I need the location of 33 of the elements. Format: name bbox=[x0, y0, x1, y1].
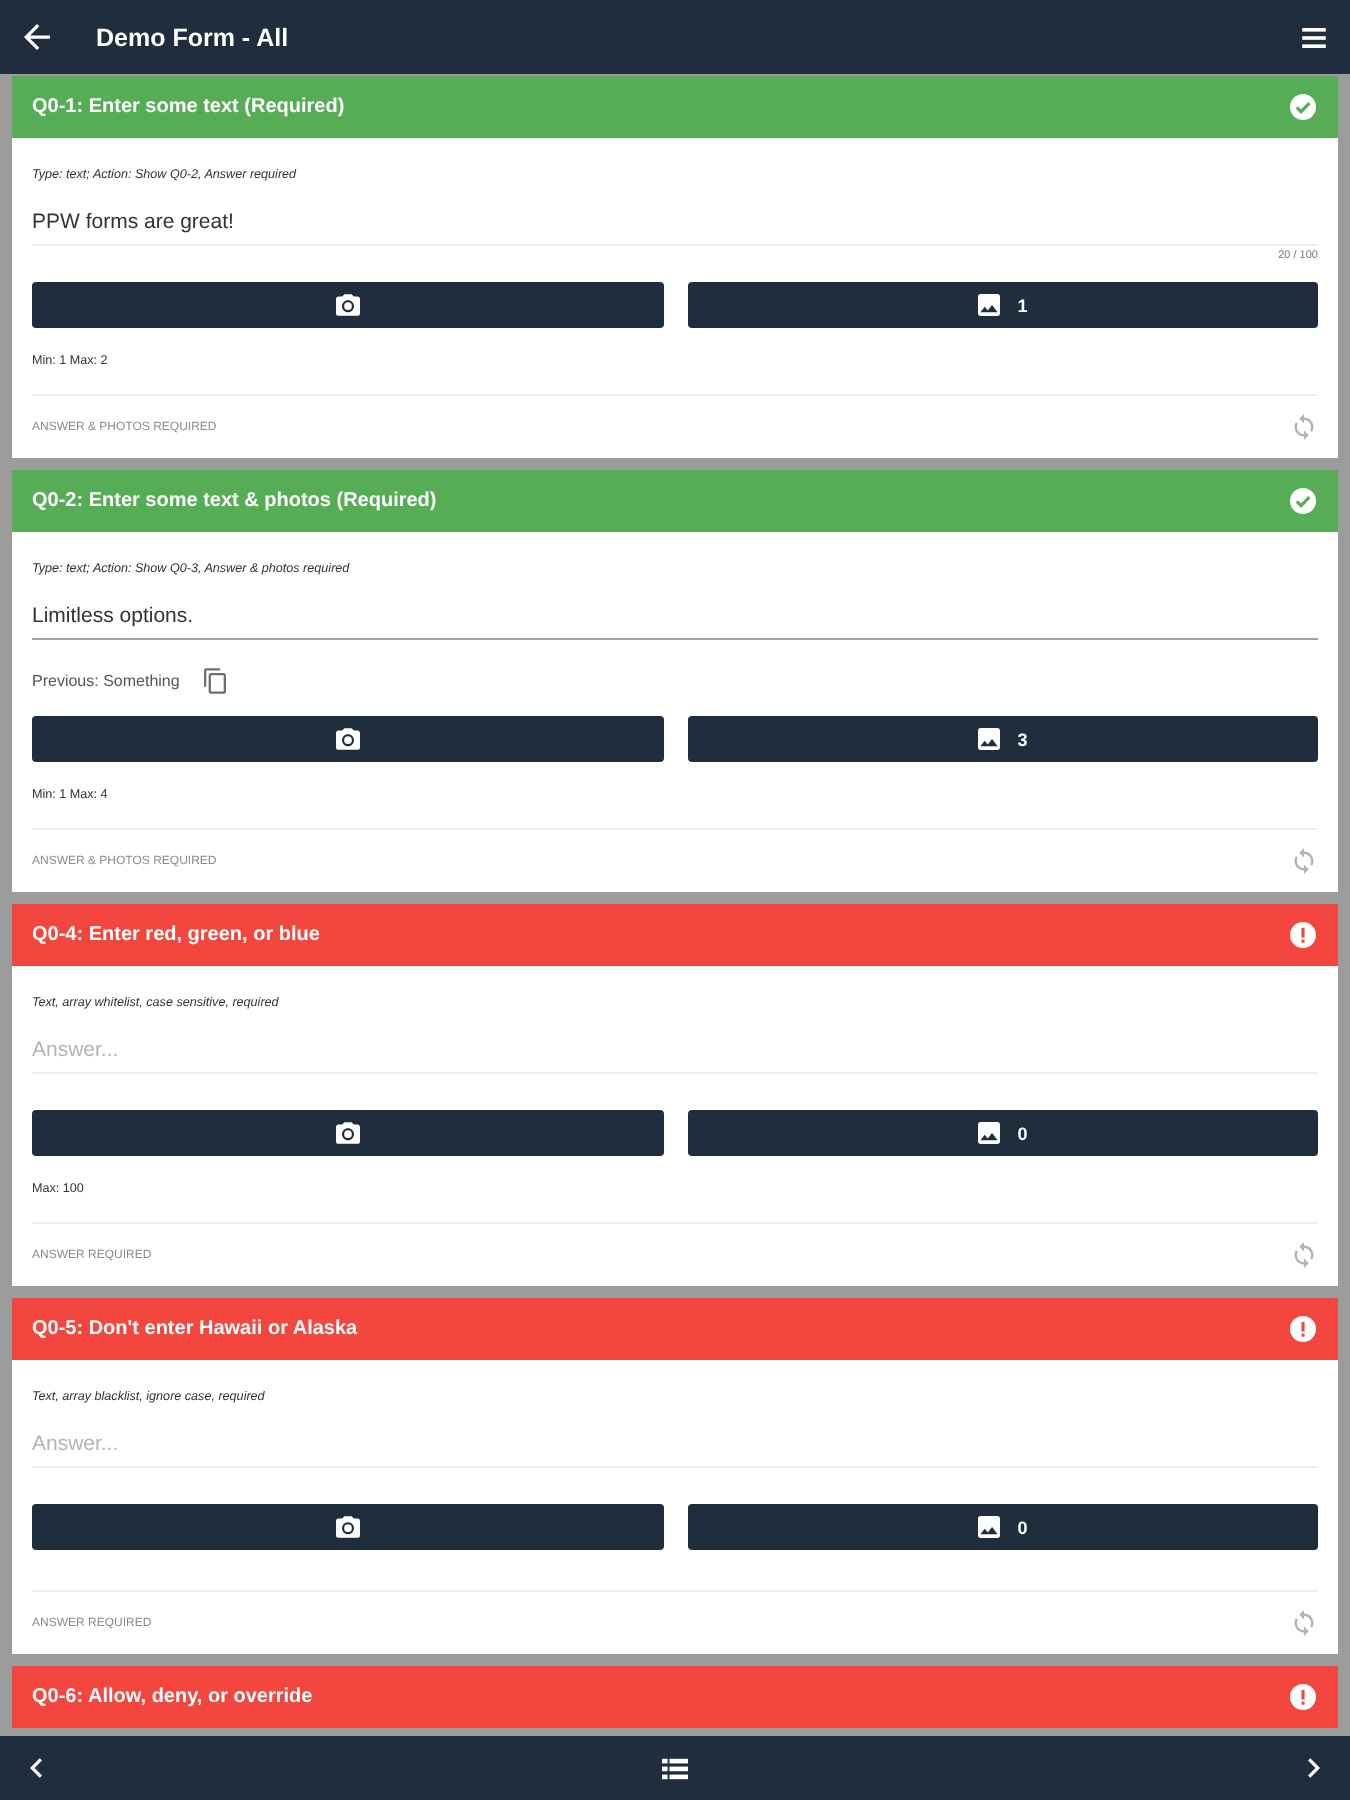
image-icon bbox=[977, 1122, 1000, 1144]
app-title: Demo Form - All bbox=[96, 23, 289, 51]
gallery-button[interactable]: 1 bbox=[687, 282, 1318, 328]
image-icon bbox=[977, 1516, 1000, 1538]
previous-answer: Previous: Something bbox=[32, 671, 180, 689]
gallery-button[interactable]: 0 bbox=[687, 1504, 1318, 1550]
answer-field[interactable]: Limitless options. bbox=[32, 592, 1318, 640]
sync-icon[interactable] bbox=[1294, 1610, 1314, 1636]
camera-icon bbox=[335, 1122, 360, 1144]
question-title: Q0-4: Enter red, green, or blue bbox=[32, 924, 320, 946]
camera-icon bbox=[335, 728, 360, 750]
question-title: Q0-5: Don't enter Hawaii or Alaska bbox=[32, 1318, 358, 1340]
image-icon bbox=[977, 728, 1000, 750]
camera-icon bbox=[335, 1516, 360, 1538]
chevron-right-icon[interactable] bbox=[1308, 1758, 1320, 1778]
list-icon[interactable] bbox=[662, 1757, 688, 1779]
chevron-left-icon[interactable] bbox=[30, 1758, 42, 1778]
gallery-button[interactable]: 0 bbox=[687, 1110, 1318, 1156]
sync-icon[interactable] bbox=[1294, 1242, 1314, 1268]
answer-field[interactable]: PPW forms are great! bbox=[32, 198, 1318, 246]
camera-icon bbox=[335, 294, 360, 316]
answer-field[interactable]: Answer... bbox=[32, 1026, 1318, 1074]
gallery-button[interactable]: 3 bbox=[687, 716, 1318, 762]
question-title: Q0-2: Enter some text & photos (Required) bbox=[32, 490, 437, 512]
menu-icon[interactable] bbox=[1302, 27, 1326, 47]
image-icon bbox=[977, 294, 1000, 316]
back-arrow-icon[interactable] bbox=[24, 24, 50, 50]
sync-icon[interactable] bbox=[1294, 414, 1314, 440]
answer-field[interactable]: Answer... bbox=[32, 1420, 1318, 1468]
sync-icon[interactable] bbox=[1294, 848, 1314, 874]
question-title: Q0-6: Allow, deny, or override bbox=[32, 1686, 313, 1708]
question-title: Q0-1: Enter some text (Required) bbox=[32, 96, 345, 118]
copy-icon[interactable] bbox=[203, 667, 226, 693]
